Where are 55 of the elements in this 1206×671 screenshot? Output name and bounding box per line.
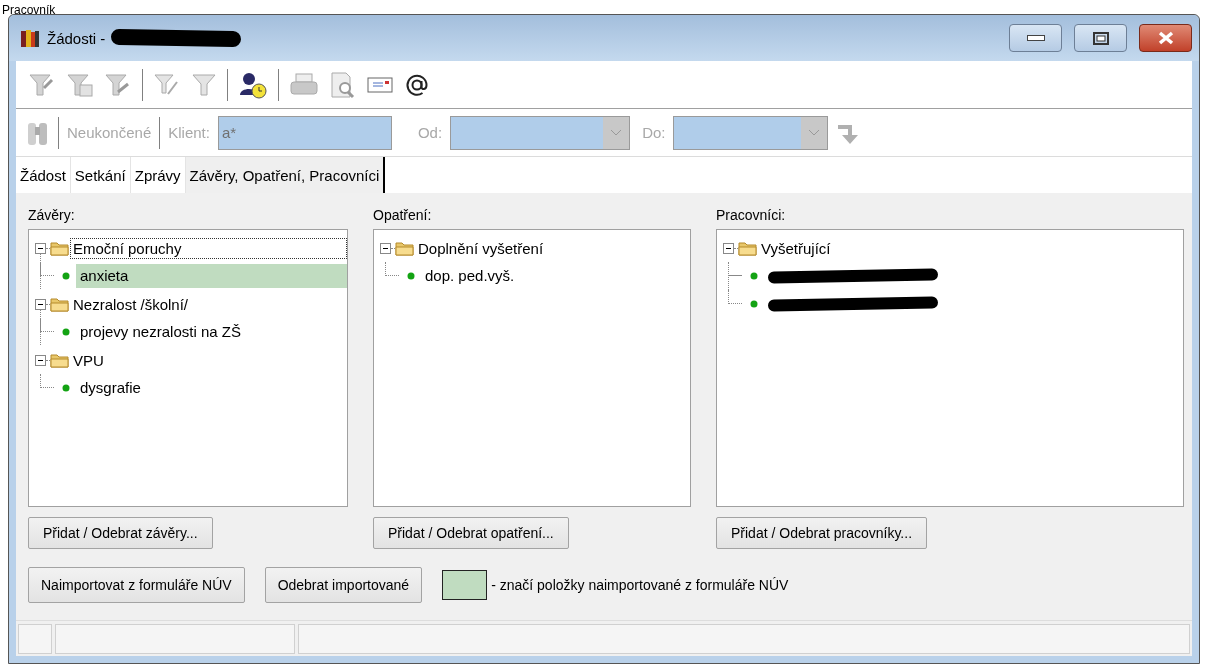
bullet-icon [750,272,758,280]
tree-item[interactable]: dysgrafie [76,376,347,400]
panel-label: Závěry: [28,207,76,225]
folder-icon [395,240,415,256]
tree-item[interactable]: anxieta [76,264,347,288]
panel-label: Pracovníci: [716,207,787,225]
bullet-icon [407,272,415,280]
maximize-button[interactable] [1074,24,1127,52]
tree-item[interactable]: dop. ped.vyš. [421,264,690,288]
from-label: Od: [417,124,443,141]
panel-label: Opatření: [373,207,433,225]
print-preview-icon[interactable] [329,70,357,99]
action-button[interactable]: Odebrat importované [264,567,423,603]
action-button[interactable]: Naimportovat z formuláře NÚV [28,567,245,603]
folder-icon [738,240,758,256]
envelope-icon[interactable] [367,74,393,95]
funnel-edit-icon[interactable] [28,71,56,98]
tab[interactable]: Závěry, Opatření, Pracovníci [185,157,386,193]
close-button[interactable] [1139,24,1192,52]
legend-text: - značí položky naimportované z formuláře NÚV [491,577,789,593]
minimize-icon [1026,35,1045,41]
tree-item[interactable]: Doplnění vyšetření [415,237,547,259]
from-date-dropdown[interactable] [450,115,631,150]
bullet-icon [62,384,70,392]
folder-icon [50,296,70,312]
bullet-icon [62,272,70,280]
to-date-dropdown[interactable] [673,115,829,150]
add-remove-button[interactable]: Přidat / Odebrat závěry... [28,517,213,549]
tree-item[interactable]: Vyšetřující [758,237,834,259]
collapse-icon[interactable] [35,298,46,310]
close-icon [1156,31,1175,45]
minimize-button[interactable] [1009,24,1062,52]
collapse-icon[interactable] [380,242,391,254]
tree-item[interactable]: VPU [70,349,107,371]
client-label: Klient: [168,124,210,141]
collapse-icon[interactable] [723,242,734,254]
folder-icon [50,240,70,256]
add-remove-button[interactable]: Přidat / Odebrat opatření... [373,517,569,549]
collapse-icon[interactable] [35,242,46,254]
window-title: Žádosti - [47,29,106,47]
to-label: Do: [642,124,666,141]
chevron-down-icon [610,128,623,137]
add-remove-button[interactable]: Přidat / Odebrat pracovníky... [716,517,928,549]
books-icon [19,27,41,49]
bullet-icon [750,300,758,308]
chevron-down-icon [808,128,821,137]
person-clock-icon[interactable] [238,70,268,99]
folder-icon [50,352,70,368]
tree-item[interactable]: projevy nezralosti na ZŠ [76,320,347,344]
tree-item[interactable]: Nezralost /školní/ [70,293,192,315]
page-heading: Pracovník [2,3,56,17]
bullet-icon [62,328,70,336]
maximize-icon [1092,31,1109,45]
collapse-icon[interactable] [35,354,46,366]
tree-item[interactable]: Emoční poruchy [70,237,347,259]
